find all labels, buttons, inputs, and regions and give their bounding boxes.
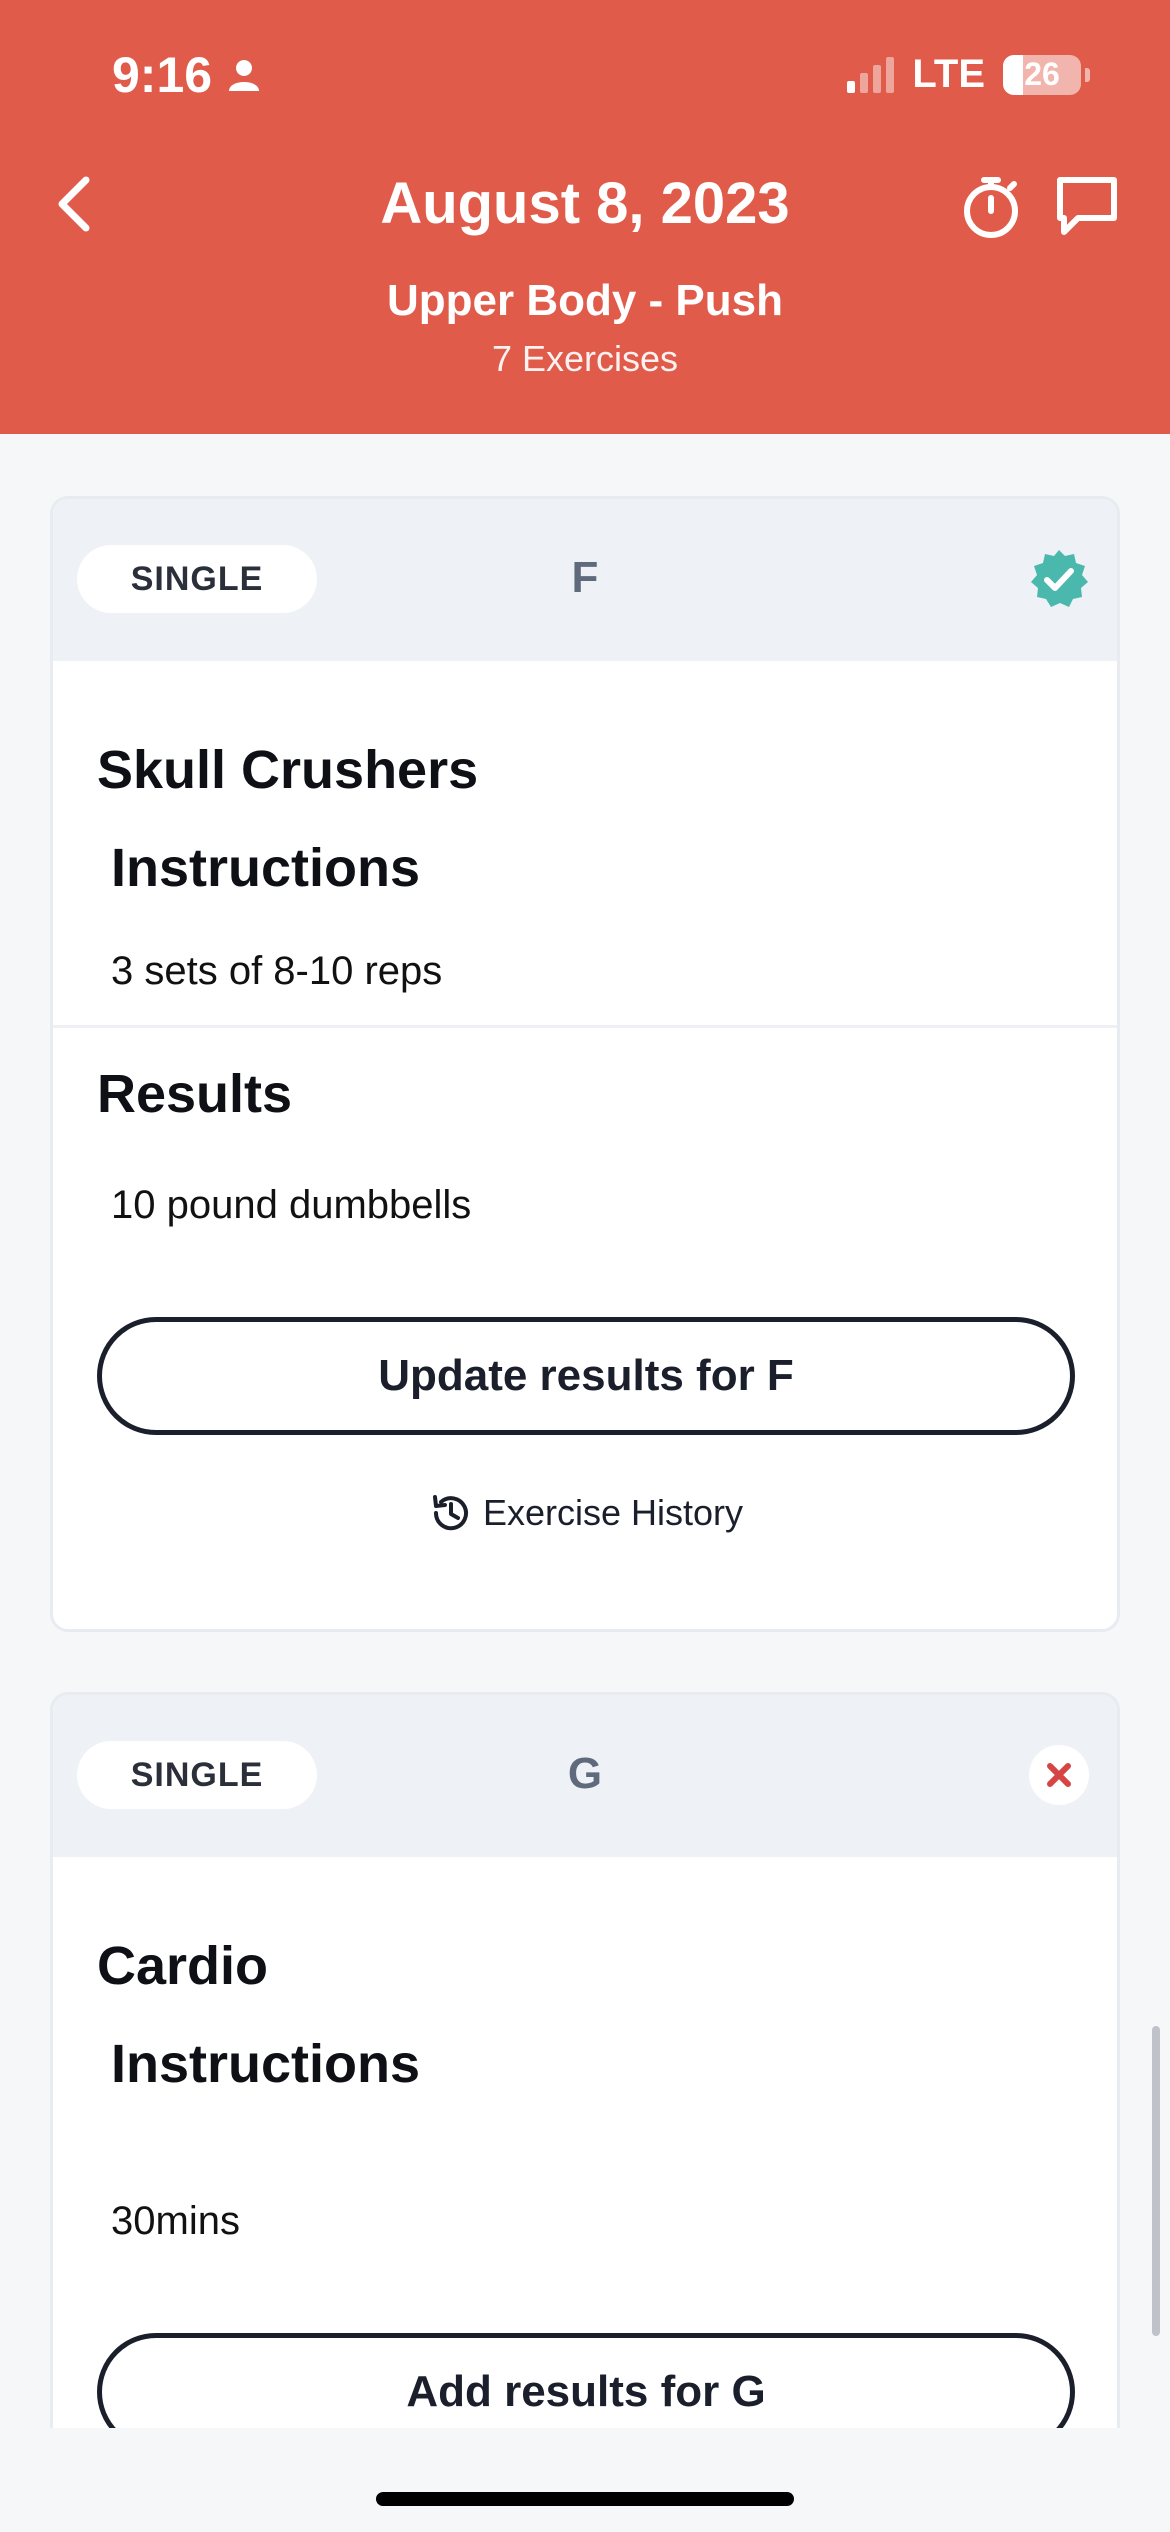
exercise-card-header: SINGLE G <box>53 1695 1117 1857</box>
section-divider <box>53 1025 1117 1028</box>
status-time-text: 9:16 <box>112 47 213 103</box>
exercise-name: Skull Crushers <box>97 740 479 800</box>
instructions-heading: Instructions <box>111 838 421 898</box>
battery-icon: 26 <box>1003 54 1081 95</box>
network-label: LTE <box>912 52 985 96</box>
exercise-history-label: Exercise History <box>482 1492 744 1533</box>
exercise-name: Cardio <box>97 1936 269 1996</box>
results-text: 10 pound dumbbells <box>111 1183 472 1227</box>
timer-button[interactable] <box>956 172 1026 242</box>
exercise-history-link[interactable]: Exercise History <box>53 1489 1117 1537</box>
bottom-safe-area <box>0 2428 1170 2532</box>
close-icon <box>1029 1745 1089 1805</box>
scrollbar[interactable] <box>1152 2026 1160 2336</box>
check-badge-icon <box>1031 550 1088 607</box>
stopwatch-icon <box>964 177 1018 238</box>
home-indicator[interactable] <box>376 2492 794 2506</box>
exercise-letter: F <box>571 553 599 602</box>
exercise-card-header: SINGLE F <box>53 499 1117 661</box>
person-icon <box>229 60 260 91</box>
exercise-count: 7 Exercises <box>491 338 679 379</box>
exercise-card-g: SINGLE G Cardio Instructions 30mins Add … <box>50 1692 1120 2492</box>
chat-bubble-icon <box>1057 177 1117 235</box>
instructions-text: 30mins <box>111 2199 240 2243</box>
instructions-text: 3 sets of 8-10 reps <box>111 949 443 993</box>
status-bar-time: 9:16 <box>112 46 262 104</box>
history-icon <box>432 1495 468 1531</box>
workout-name: Upper Body - Push <box>386 276 784 325</box>
battery-level: 26 <box>1024 56 1060 92</box>
chat-button[interactable] <box>1052 172 1122 242</box>
instructions-heading: Instructions <box>111 2034 421 2094</box>
update-results-button[interactable]: Update results for F <box>97 1317 1075 1435</box>
status-bar-right: LTE 26 <box>847 52 1090 97</box>
exercise-card-f: SINGLE F Skull Crushers Instructions 3 s… <box>50 496 1120 1632</box>
exercise-letter: G <box>567 1749 603 1798</box>
app-header: 9:16 LTE 26 August 8, 2023 Upper Body - … <box>0 0 1170 434</box>
results-heading: Results <box>97 1064 293 1124</box>
signal-icon <box>847 56 895 93</box>
